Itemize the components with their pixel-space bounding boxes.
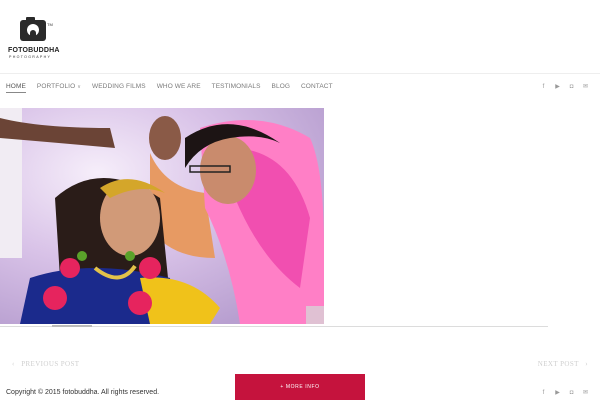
- logo-brand-name: FOTOBUDDHA: [8, 47, 60, 54]
- more-info-label: MORE INFO: [285, 384, 320, 390]
- youtube-icon[interactable]: ▶: [554, 390, 561, 397]
- site-logo[interactable]: TM FOTOBUDDHA PHOTOGRAPHY: [8, 17, 60, 60]
- slider-thumb[interactable]: [52, 325, 92, 327]
- camera-logo-icon: [20, 17, 46, 41]
- instagram-icon[interactable]: ◘: [568, 84, 575, 91]
- chevron-down-icon: ∨: [77, 84, 82, 90]
- previous-post-link[interactable]: ‹ PREVIOUS POST: [12, 360, 79, 368]
- arrow-right-icon: ›: [585, 360, 588, 368]
- nav-home[interactable]: HOME: [6, 83, 26, 93]
- email-icon[interactable]: ✉: [582, 84, 589, 91]
- youtube-icon[interactable]: ▶: [554, 84, 561, 91]
- nav-blog[interactable]: BLOG: [272, 83, 290, 90]
- facebook-icon[interactable]: f: [540, 84, 547, 91]
- next-post-link[interactable]: NEXT POST ›: [538, 360, 588, 368]
- copyright-text: Copyright © 2015 fotobuddha. All rights …: [6, 389, 160, 396]
- wedding-photo-illustration: [0, 108, 324, 324]
- plus-icon: +: [280, 384, 284, 390]
- instagram-icon[interactable]: ◘: [568, 390, 575, 397]
- nav-who-we-are[interactable]: WHO WE ARE: [157, 83, 201, 90]
- footer-social-links: f ▶ ◘ ✉: [540, 390, 589, 397]
- nav-wedding-films[interactable]: WEDDING FILMS: [92, 83, 146, 90]
- arrow-left-icon: ‹: [12, 360, 15, 368]
- trademark-mark: TM: [47, 22, 53, 27]
- nav-contact[interactable]: CONTACT: [301, 83, 333, 90]
- header-social-links: f ▶ ◘ ✉: [540, 84, 589, 91]
- header-divider: [0, 73, 600, 74]
- next-post-label: NEXT POST: [537, 360, 579, 368]
- nav-testimonials[interactable]: TESTIMONIALS: [212, 83, 261, 90]
- featured-wedding-photo[interactable]: [0, 108, 324, 324]
- facebook-icon[interactable]: f: [540, 390, 547, 397]
- nav-portfolio[interactable]: PORTFOLIO ∨: [37, 83, 81, 90]
- previous-post-label: PREVIOUS POST: [21, 360, 80, 368]
- nav-portfolio-label: PORTFOLIO: [36, 83, 76, 90]
- logo-tagline: PHOTOGRAPHY: [9, 55, 52, 59]
- email-icon[interactable]: ✉: [582, 390, 589, 397]
- more-info-button[interactable]: + MORE INFO: [235, 374, 365, 400]
- main-nav: HOME PORTFOLIO ∨ WEDDING FILMS WHO WE ARE…: [6, 83, 344, 93]
